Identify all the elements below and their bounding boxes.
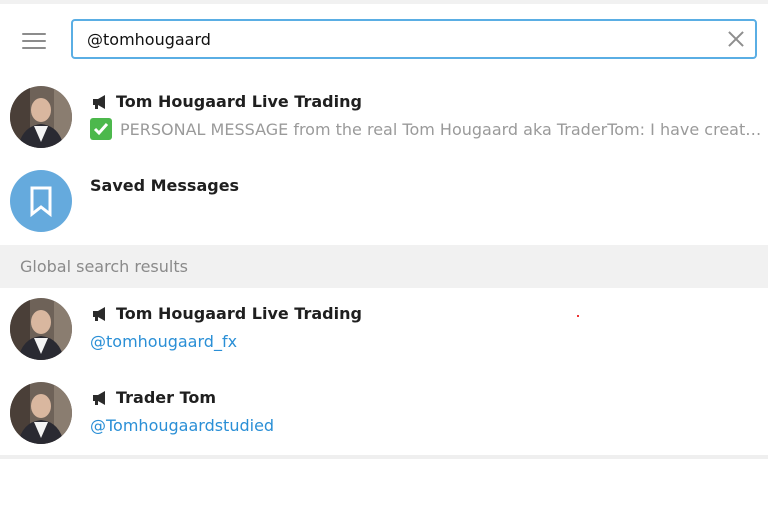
chat-title: Tom Hougaard Live Trading	[116, 91, 362, 111]
chat-result-saved-messages[interactable]: Saved Messages	[0, 160, 768, 244]
avatar	[10, 86, 72, 148]
avatar	[10, 298, 72, 360]
chat-result-tom-hougaard-live-trading[interactable]: Tom Hougaard Live Trading PERSONAL MESSA…	[0, 76, 768, 160]
chat-title: Tom Hougaard Live Trading	[116, 303, 362, 323]
stray-pixel	[577, 315, 579, 317]
username-link: @tomhougaard_fx	[90, 331, 238, 351]
megaphone-icon	[93, 390, 105, 405]
saved-messages-avatar	[10, 170, 72, 232]
search-box[interactable]	[71, 19, 757, 59]
hamburger-menu-icon[interactable]	[14, 26, 54, 56]
megaphone-icon	[93, 306, 105, 321]
checkmark-emoji-icon	[90, 118, 112, 140]
section-label: Global search results	[20, 257, 188, 276]
message-preview: PERSONAL MESSAGE from the real Tom Houga…	[120, 119, 762, 139]
search-input[interactable]	[87, 21, 707, 57]
global-result-tom-hougaard-live-trading[interactable]: Tom Hougaard Live Trading @tomhougaard_f…	[0, 288, 768, 372]
chat-title: Trader Tom	[116, 387, 217, 407]
global-result-trader-tom[interactable]: Trader Tom @Tomhougaardstudied	[0, 372, 768, 456]
username-link: @Tomhougaardstudied	[90, 415, 275, 435]
search-header	[0, 4, 768, 76]
avatar	[10, 382, 72, 444]
list-bottom-divider	[0, 455, 768, 459]
megaphone-icon	[93, 94, 105, 109]
bookmark-icon	[30, 186, 52, 218]
global-search-section-header: Global search results	[0, 245, 768, 288]
close-icon[interactable]	[725, 28, 747, 50]
chat-title: Saved Messages	[90, 175, 240, 195]
